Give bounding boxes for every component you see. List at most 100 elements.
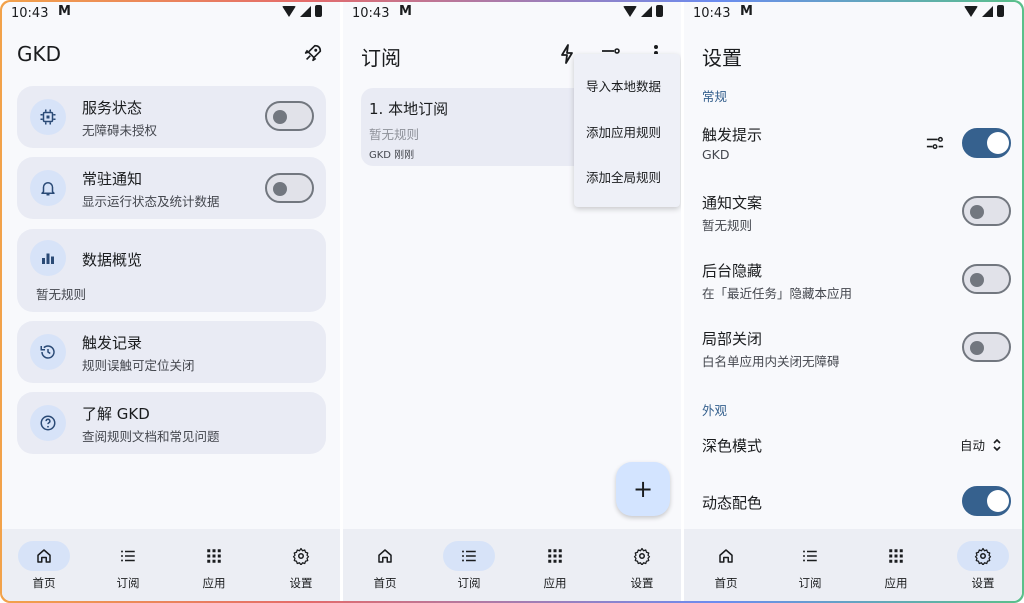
card-subtitle: 显示运行状态及统计数据 (82, 194, 220, 209)
apps-icon (870, 541, 922, 571)
nav-settings[interactable]: 设置 (941, 529, 1022, 601)
nav-apps[interactable]: 应用 (854, 529, 938, 601)
card-subtitle: 无障碍未授权 (82, 123, 158, 138)
status-indicator: M (399, 4, 412, 19)
notification-text-switch[interactable] (962, 196, 1011, 226)
subscription-rules: 暂无规则 (369, 127, 420, 142)
nav-home[interactable]: 首页 (2, 529, 86, 601)
page-title: GKD (17, 42, 62, 66)
wifi-icon (964, 5, 978, 17)
rocket-icon[interactable] (302, 42, 324, 69)
gear-icon (957, 541, 1009, 571)
overflow-menu: 导入本地数据 添加应用规则 添加全局规则 (574, 54, 680, 207)
help-icon (30, 405, 66, 441)
persistent-notification-card[interactable]: 常驻通知 显示运行状态及统计数据 (17, 157, 326, 219)
card-subtitle: 暂无规则 (36, 287, 87, 302)
nav-apps[interactable]: 应用 (172, 529, 256, 601)
page-title: 订阅 (361, 46, 401, 70)
hide-recents-switch[interactable] (962, 264, 1011, 294)
battery-icon (656, 5, 663, 17)
menu-add-app-rule[interactable]: 添加应用规则 (586, 122, 661, 141)
wifi-icon (282, 5, 296, 17)
status-time: 10:43 (352, 6, 390, 21)
bottom-nav: 首页 订阅 应用 设置 (343, 529, 681, 601)
dark-mode-dropdown[interactable]: 自动 (960, 435, 1002, 456)
about-gkd-card[interactable]: 了解 GKD 查阅规则文档和常见问题 (17, 392, 326, 454)
setting-title: 局部关闭 (702, 330, 763, 348)
unfold-icon (992, 437, 1002, 456)
switch-knob (970, 273, 984, 287)
nav-subscription[interactable]: 订阅 (427, 529, 511, 601)
home-screen: 10:43 M GKD 服务状态 无障碍未授权 常驻通知 显示运行状态及统计数据 (2, 2, 340, 601)
home-icon (359, 541, 411, 571)
settings-screen: 10:43 M 设置 常规 触发提示 GKD 通知文案 暂无规则 后台隐藏 在「… (684, 2, 1022, 601)
list-icon (443, 541, 495, 571)
nav-label: 首页 (714, 576, 738, 590)
nav-subscription[interactable]: 订阅 (86, 529, 170, 601)
home-icon (18, 541, 70, 571)
switch-knob (273, 110, 287, 124)
data-overview-card[interactable]: 数据概览 暂无规则 (17, 229, 326, 312)
signal-icon (641, 5, 652, 17)
nav-settings[interactable]: 设置 (600, 529, 681, 601)
nav-home[interactable]: 首页 (684, 529, 768, 601)
setting-subtitle: 白名单应用内关闭无障碍 (702, 354, 840, 369)
nav-settings[interactable]: 设置 (259, 529, 340, 601)
section-appearance: 外观 (702, 403, 728, 418)
nav-apps[interactable]: 应用 (513, 529, 597, 601)
nav-home[interactable]: 首页 (343, 529, 427, 601)
switch-knob (987, 132, 1009, 154)
apps-icon (188, 541, 240, 571)
setting-subtitle: 暂无规则 (702, 218, 753, 233)
dark-mode-value: 自动 (960, 438, 986, 453)
persistent-notification-switch[interactable] (265, 173, 314, 203)
nav-label: 订阅 (457, 576, 481, 590)
nav-label: 首页 (373, 576, 397, 590)
battery-icon (315, 5, 322, 17)
nav-label: 应用 (884, 576, 908, 590)
list-icon (784, 541, 836, 571)
gear-icon (616, 541, 668, 571)
tune-icon[interactable] (926, 134, 944, 155)
subscription-meta: GKD 刚刚 (369, 150, 415, 161)
history-icon (30, 334, 66, 370)
setting-subtitle: GKD (702, 147, 730, 162)
status-bar: 10:43 M (2, 2, 340, 28)
status-bar: 10:43 M (343, 2, 681, 28)
menu-import-local[interactable]: 导入本地数据 (586, 76, 661, 95)
chip-icon (30, 99, 66, 135)
switch-knob (273, 182, 287, 196)
bell-icon (30, 170, 66, 206)
signal-icon (300, 5, 311, 17)
dynamic-color-switch[interactable] (962, 486, 1011, 516)
service-status-switch[interactable] (265, 101, 314, 131)
service-status-card[interactable]: 服务状态 无障碍未授权 (17, 86, 326, 148)
flash-icon[interactable] (559, 44, 575, 69)
status-icons (623, 5, 663, 17)
screenshot-frame: 10:43 M GKD 服务状态 无障碍未授权 常驻通知 显示运行状态及统计数据 (0, 0, 1024, 603)
signal-icon (982, 5, 993, 17)
setting-title: 通知文案 (702, 194, 763, 212)
wifi-icon (623, 5, 637, 17)
add-fab[interactable]: + (616, 462, 670, 516)
nav-subscription[interactable]: 订阅 (768, 529, 852, 601)
setting-title: 后台隐藏 (702, 262, 763, 280)
nav-label: 订阅 (116, 576, 140, 590)
partial-close-switch[interactable] (962, 332, 1011, 362)
page-title: 设置 (702, 46, 742, 70)
nav-label: 订阅 (798, 576, 822, 590)
subscription-name: 1. 本地订阅 (369, 100, 449, 118)
status-time: 10:43 (693, 6, 731, 21)
trigger-log-card[interactable]: 触发记录 规则误触可定位关闭 (17, 321, 326, 383)
bottom-nav: 首页 订阅 应用 设置 (2, 529, 340, 601)
status-indicator: M (740, 4, 753, 19)
card-title: 数据概览 (82, 251, 143, 269)
menu-add-global-rule[interactable]: 添加全局规则 (586, 167, 661, 186)
gear-icon (275, 541, 327, 571)
section-general: 常规 (702, 89, 728, 104)
home-icon (700, 541, 752, 571)
trigger-tip-switch[interactable] (962, 128, 1011, 158)
switch-knob (970, 341, 984, 355)
bottom-nav: 首页 订阅 应用 设置 (684, 529, 1022, 601)
card-title: 触发记录 (82, 334, 143, 352)
